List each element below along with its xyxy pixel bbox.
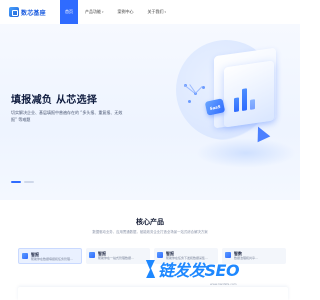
- lightning-icon: [142, 260, 156, 278]
- hero-description: 切实解决企业、基层填报中普遍存在的 “多头报、重复报、无效报” 等难题: [11, 110, 123, 122]
- network-node: [188, 100, 191, 103]
- product-card-desc: 帮助你在一站式管理数据…: [98, 256, 135, 260]
- brand-name: 数芯基座: [21, 9, 46, 17]
- watermark-logo: 链发发SEO: [142, 257, 240, 281]
- hero-banner: 填报减负 从芯选择 切实解决企业、基层填报中普遍存在的 “多头报、重复报、无效报…: [0, 24, 300, 200]
- carousel-dot[interactable]: [11, 181, 21, 183]
- section-title: 核心产品: [136, 218, 164, 226]
- watermark-url: www.lianfafa.com: [210, 282, 237, 286]
- illustration-platform: [196, 138, 296, 168]
- chart-bar-icon: [250, 99, 255, 110]
- nav-item-label: 关于我们: [147, 9, 164, 14]
- chevron-down-icon: ▾: [102, 10, 104, 14]
- product-icon: [22, 253, 28, 259]
- carousel-indicators: [11, 181, 34, 183]
- product-card[interactable]: 智报 帮助你在一站式管理数据…: [86, 248, 150, 264]
- nav-item-cases[interactable]: 案例中心: [111, 0, 141, 24]
- nav-item-products[interactable]: 产品功能 ▾: [78, 0, 111, 24]
- section-subtitle: 数据驱动业务，应用贯通数据，赋能政务企业打造全场景一站式综合解决方案: [92, 230, 208, 234]
- product-card[interactable]: 智报 帮助你在数据填报和任务管理…: [18, 248, 82, 264]
- nav-item-label: 产品功能: [85, 9, 101, 14]
- saas-label: SaaS: [209, 103, 221, 111]
- hero-illustration: SaaS: [166, 34, 300, 194]
- top-nav: 数芯基座 首页 产品功能 ▾ 案例中心 关于我们 ▾: [0, 0, 300, 24]
- nav-item-label: 案例中心: [117, 9, 134, 14]
- main-menu: 首页 产品功能 ▾ 案例中心 关于我们 ▾: [60, 0, 173, 24]
- chart-bar-icon: [234, 97, 239, 113]
- watermark-text: 链发发SEO: [158, 261, 240, 280]
- nav-item-label: 首页: [65, 9, 73, 14]
- core-products-section: 核心产品 数据驱动业务，应用贯通数据，赋能政务企业打造全场景一站式综合解决方案 …: [0, 200, 300, 300]
- hero-title: 填报减负 从芯选择: [11, 95, 98, 106]
- product-card-desc: 帮助你在数据填报和任务管理…: [31, 257, 74, 261]
- nav-item-about[interactable]: 关于我们 ▾: [141, 0, 174, 24]
- product-detail-card[interactable]: 智报: [18, 287, 288, 300]
- chevron-down-icon: ▾: [164, 10, 167, 14]
- cube-logo-icon: [9, 7, 19, 17]
- chart-bar-icon: [242, 88, 247, 111]
- product-icon: [89, 252, 95, 258]
- dashboard-panel-front: [224, 60, 274, 128]
- brand-logo[interactable]: 数芯基座: [9, 7, 46, 17]
- carousel-dot[interactable]: [24, 181, 34, 183]
- nav-item-home[interactable]: 首页: [60, 0, 78, 24]
